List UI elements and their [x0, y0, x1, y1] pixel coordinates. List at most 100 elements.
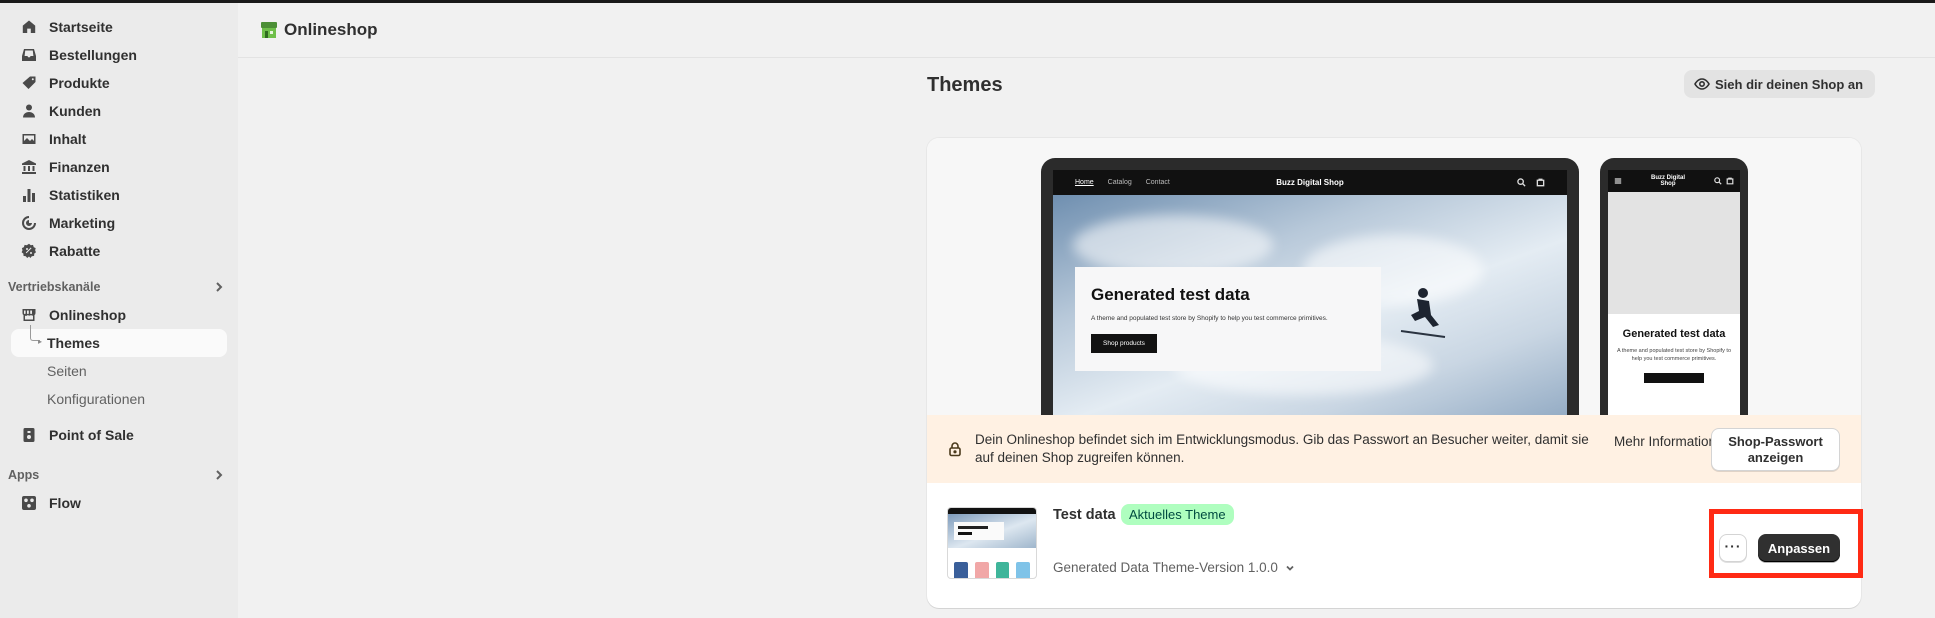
sidebar-item-customers[interactable]: Kunden: [11, 97, 227, 125]
pos-icon: [21, 427, 37, 443]
more-actions-button[interactable]: ···: [1719, 534, 1747, 562]
chevron-right-icon: [211, 467, 227, 483]
discount-icon: [21, 243, 37, 259]
chevron-down-icon: [1286, 565, 1294, 571]
dev-mode-banner: Dein Onlineshop befindet sich im Entwick…: [927, 415, 1861, 483]
mobile-preview-nav: Buzz Digital Shop: [1608, 170, 1740, 192]
onlineshop-icon: [261, 22, 277, 38]
sidebar-item-marketing[interactable]: Marketing: [11, 209, 227, 237]
search-icon: [1714, 177, 1722, 185]
theme-card: Home Catalog Contact Buzz Digital Shop G…: [927, 138, 1861, 608]
mobile-preview: Buzz Digital Shop Generated test data A …: [1600, 158, 1748, 415]
flow-icon: [21, 495, 37, 511]
sidebar: Startseite Bestellungen Produkte Kunden …: [0, 3, 238, 618]
sidebar-item-analytics[interactable]: Statistiken: [11, 181, 227, 209]
sidebar-item-flow[interactable]: Flow: [11, 489, 227, 517]
mobile-preview-body: Generated test data A theme and populate…: [1608, 314, 1740, 397]
header-title: Onlineshop: [284, 20, 378, 39]
main-content: Onlineshop Themes Sieh dir deinen Shop a…: [238, 3, 1935, 618]
customize-button[interactable]: Anpassen: [1758, 534, 1840, 562]
sidebar-item-home[interactable]: Startseite: [11, 13, 227, 41]
preview-nav-link: Home: [1075, 179, 1094, 186]
sidebar-item-orders[interactable]: Bestellungen: [11, 41, 227, 69]
preview-nav-icons: [1517, 178, 1545, 187]
cart-icon: [1536, 178, 1545, 187]
mobile-preview-brand: Buzz Digital Shop: [1651, 175, 1685, 187]
inbox-icon: [21, 47, 37, 63]
skier-figure: [1400, 288, 1446, 338]
theme-version-dropdown[interactable]: Generated Data Theme-Version 1.0.0: [1053, 560, 1296, 575]
chevron-right-icon: [211, 279, 227, 295]
preview-hero-text: A theme and populated test store by Shop…: [1091, 315, 1328, 322]
thumb-products: [948, 558, 1036, 578]
search-icon: [1517, 178, 1526, 187]
section-heading-label: Apps: [8, 468, 40, 482]
sidebar-subitem-label: Seiten: [47, 363, 87, 379]
show-password-button[interactable]: Shop-Passwort anzeigen: [1711, 428, 1840, 471]
thumb-product: [1016, 562, 1030, 578]
bank-icon: [21, 159, 37, 175]
theme-version-label: Generated Data Theme-Version 1.0.0: [1053, 560, 1278, 575]
sidebar-item-products[interactable]: Produkte: [11, 69, 227, 97]
page-header: Onlineshop: [238, 3, 1935, 58]
mobile-screen: Buzz Digital Shop Generated test data A …: [1608, 170, 1740, 415]
theme-preview[interactable]: Home Catalog Contact Buzz Digital Shop G…: [927, 138, 1861, 415]
sidebar-subitem-label: Themes: [47, 335, 100, 351]
image-icon: [21, 131, 37, 147]
ellipsis-icon: ···: [1724, 538, 1742, 554]
theme-name: Test data: [1053, 507, 1116, 523]
sidebar-subitem-preferences[interactable]: Konfigurationen: [11, 385, 227, 413]
eye-icon: [1694, 78, 1710, 90]
sidebar-item-label: Startseite: [49, 19, 113, 35]
desktop-screen: Home Catalog Contact Buzz Digital Shop G…: [1053, 170, 1567, 415]
sidebar-item-label: Point of Sale: [49, 427, 134, 443]
thumb-product: [995, 562, 1010, 578]
sidebar-item-label: Bestellungen: [49, 47, 137, 63]
storefront-icon: [21, 307, 37, 323]
mobile-preview-text: A theme and populated test store by Shop…: [1616, 348, 1732, 362]
thumb-hero: [948, 514, 1036, 548]
bar-chart-icon: [21, 187, 37, 203]
sidebar-item-content[interactable]: Inhalt: [11, 125, 227, 153]
tag-icon: [21, 75, 37, 91]
preview-hero-button: Shop products: [1091, 334, 1157, 353]
apps-heading[interactable]: Apps: [8, 463, 227, 487]
sidebar-item-label: Statistiken: [49, 187, 120, 203]
lock-icon: [947, 441, 963, 457]
preview-hero-image: Generated test data A theme and populate…: [1053, 195, 1567, 415]
preview-hero-title: Generated test data: [1091, 285, 1250, 304]
current-theme-row: Test data Aktuelles Theme Generated Data…: [927, 483, 1861, 608]
cloud-shape: [1073, 215, 1273, 275]
mobile-nav-icons: [1714, 177, 1734, 185]
sidebar-item-label: Rabatte: [49, 243, 101, 259]
target-icon: [21, 215, 37, 231]
sidebar-item-label: Onlineshop: [49, 307, 126, 323]
preview-nav-link: Contact: [1145, 179, 1170, 186]
sidebar-item-label: Inhalt: [49, 131, 87, 147]
sidebar-item-label: Finanzen: [49, 159, 110, 175]
sidebar-item-label: Kunden: [49, 103, 102, 119]
person-icon: [21, 103, 37, 119]
sidebar-subitem-pages[interactable]: Seiten: [11, 357, 227, 385]
preview-nav-links: Home Catalog Contact: [1075, 179, 1182, 186]
home-icon: [21, 19, 37, 35]
section-heading-label: Vertriebskanäle: [8, 280, 101, 294]
mobile-preview-title: Generated test data: [1622, 328, 1726, 340]
sidebar-subitem-themes[interactable]: ▸ Themes: [11, 325, 227, 357]
thumb-product: [974, 562, 989, 578]
view-shop-button[interactable]: Sieh dir deinen Shop an: [1684, 70, 1876, 98]
thumb-hero-box: [954, 522, 1004, 540]
sidebar-item-label: Produkte: [49, 75, 110, 91]
sales-channels-heading[interactable]: Vertriebskanäle: [8, 275, 227, 299]
tree-arrow-icon: ▸: [38, 337, 43, 346]
theme-thumbnail[interactable]: [947, 507, 1037, 579]
sidebar-item-point-of-sale[interactable]: Point of Sale: [11, 421, 227, 449]
current-theme-badge: Aktuelles Theme: [1121, 504, 1234, 525]
sidebar-item-discounts[interactable]: Rabatte: [11, 237, 227, 265]
cart-icon: [1726, 177, 1734, 185]
thumb-product: [954, 562, 968, 578]
sidebar-item-finance[interactable]: Finanzen: [11, 153, 227, 181]
mobile-preview-button: [1644, 373, 1704, 383]
sidebar-item-onlineshop[interactable]: Onlineshop: [11, 301, 227, 329]
preview-hero-box: Generated test data A theme and populate…: [1075, 267, 1381, 371]
